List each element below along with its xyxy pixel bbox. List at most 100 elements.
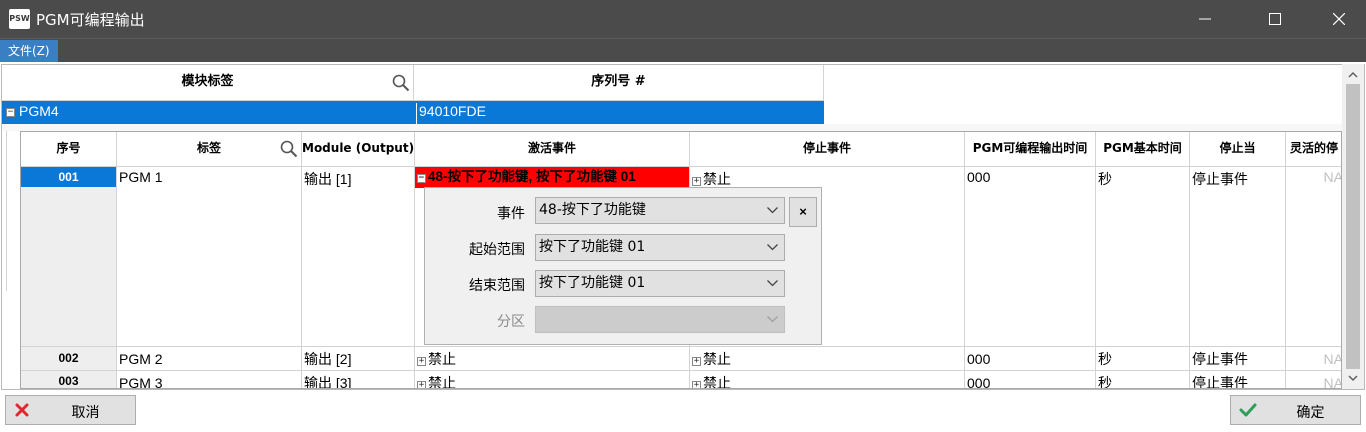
header-flexible-stop[interactable]: 灵活的停	[1286, 132, 1341, 167]
chevron-up-icon	[1348, 71, 1358, 78]
window-title: PGM可编程输出	[36, 11, 145, 29]
row-seq: 001	[21, 167, 116, 187]
inner-grid-header: 序号 标签 Module (Output) 激活事件 停止事件 PGM可编程输出…	[21, 132, 1341, 167]
row-pgm-time[interactable]: 000	[965, 167, 1096, 347]
activate-event-text: 禁止	[428, 375, 456, 389]
end-range-value: 按下了功能键 01	[539, 275, 646, 291]
outer-grid-header: 模块标签 序列号 #	[2, 65, 824, 101]
collapse-icon[interactable]: −	[417, 174, 426, 183]
stop-event-text: 禁止	[703, 171, 731, 187]
close-window-button[interactable]	[1316, 0, 1362, 38]
stop-event-text: 禁止	[703, 375, 731, 389]
event-select[interactable]: 48-按下了功能键	[535, 197, 785, 224]
chevron-down-icon	[1348, 375, 1358, 382]
header-stop-when[interactable]: 停止当	[1190, 132, 1286, 167]
maximize-icon	[1269, 13, 1281, 25]
end-range-select[interactable]: 按下了功能键 01	[535, 270, 785, 297]
row-label[interactable]: PGM 2	[117, 347, 302, 371]
module-label: PGM4	[19, 103, 59, 119]
header-label[interactable]: 标签	[117, 132, 302, 167]
title-bar: PSW PGM可编程输出	[0, 0, 1366, 38]
expand-icon[interactable]: +	[692, 177, 701, 186]
cancel-button[interactable]: 取消	[5, 395, 136, 425]
row-pgm-base[interactable]: 秒	[1096, 167, 1190, 347]
row-flexible[interactable]: NA	[1286, 347, 1341, 371]
row-pgm-time[interactable]: 000	[965, 371, 1096, 388]
row-stop-when[interactable]: 停止事件	[1190, 167, 1286, 347]
row-stop-event[interactable]: + 禁止	[690, 347, 965, 371]
row-pgm-time[interactable]: 000	[965, 347, 1096, 371]
red-x-icon	[15, 403, 29, 417]
header-module[interactable]: Module (Output)	[302, 132, 415, 167]
header-pgm-time[interactable]: PGM可编程输出时间	[965, 132, 1096, 167]
row-stop-event[interactable]: + 禁止	[690, 371, 965, 389]
header-seq[interactable]: 序号	[21, 132, 117, 167]
chevron-down-icon	[767, 207, 778, 214]
row-pgm-base[interactable]: 秒	[1096, 347, 1190, 371]
partition-select[interactable]	[535, 306, 785, 333]
expand-icon[interactable]: +	[417, 381, 426, 388]
activate-event-text: 48-按下了功能键, 按下了功能键 01	[428, 169, 636, 184]
event-label: 事件	[497, 206, 525, 222]
row-module[interactable]: 输出 [3]	[302, 371, 415, 388]
row-flexible[interactable]: NA	[1286, 371, 1341, 388]
scrollbar-thumb[interactable]	[1346, 84, 1360, 369]
chevron-down-icon	[767, 316, 778, 323]
header-serial[interactable]: 序列号 #	[414, 65, 824, 101]
row-seq[interactable]: 002	[21, 347, 117, 371]
header-pgm-base-time[interactable]: PGM基本时间	[1096, 132, 1190, 167]
activate-event-text: 禁止	[428, 351, 456, 367]
maximize-button[interactable]	[1252, 0, 1298, 38]
row-label[interactable]: PGM 1	[117, 167, 302, 347]
expand-icon[interactable]: +	[417, 357, 426, 366]
start-range-label: 起始范围	[469, 242, 525, 258]
close-icon	[1333, 13, 1345, 25]
grid-spacer	[2, 124, 1342, 131]
search-icon[interactable]	[280, 140, 298, 158]
menu-bar: 文件(Z)	[0, 38, 1366, 62]
row-stop-when[interactable]: 停止事件	[1190, 371, 1286, 388]
start-range-value: 按下了功能键 01	[539, 239, 646, 255]
header-label-text: 标签	[196, 141, 221, 155]
row-module[interactable]: 输出 [1]	[302, 167, 415, 347]
search-icon[interactable]	[392, 74, 410, 92]
module-row-selected[interactable]: − PGM4 94010FDE	[2, 101, 824, 124]
header-activate-event[interactable]: 激活事件	[415, 132, 690, 167]
clear-event-button[interactable]: ×	[789, 197, 817, 227]
expand-icon[interactable]: +	[692, 381, 701, 388]
ok-button[interactable]: 确定	[1230, 395, 1361, 425]
collapse-icon[interactable]: −	[6, 108, 15, 117]
start-range-select[interactable]: 按下了功能键 01	[535, 234, 785, 261]
header-module-label[interactable]: 模块标签	[2, 65, 414, 101]
vertical-scrollbar[interactable]	[1342, 64, 1364, 389]
minimize-button[interactable]	[1182, 0, 1228, 38]
row-stop-when[interactable]: 停止事件	[1190, 347, 1286, 371]
green-check-icon	[1239, 403, 1257, 417]
row-label[interactable]: PGM 3	[117, 371, 302, 388]
row-activate-event[interactable]: + 禁止	[415, 371, 690, 389]
dialog-button-bar: 取消 确定	[0, 390, 1366, 432]
event-select-value: 48-按下了功能键	[539, 202, 646, 218]
scroll-up-button[interactable]	[1342, 66, 1364, 84]
app-logo-icon: PSW	[9, 9, 30, 29]
expand-icon[interactable]: +	[692, 357, 701, 366]
header-stop-event[interactable]: 停止事件	[690, 132, 965, 167]
stop-event-text: 禁止	[703, 351, 731, 367]
chevron-down-icon	[767, 280, 778, 287]
end-range-label: 结束范围	[469, 278, 525, 294]
row-pgm-base[interactable]: 秒	[1096, 371, 1190, 388]
row-seq-cell[interactable]: 001	[21, 167, 117, 347]
row-flexible[interactable]: NA	[1286, 167, 1341, 347]
row-seq[interactable]: 003	[21, 371, 117, 388]
menu-file[interactable]: 文件(Z)	[0, 40, 58, 62]
activate-event-selected[interactable]: −48-按下了功能键, 按下了功能键 01	[415, 167, 689, 188]
row-activate-event[interactable]: + 禁止	[415, 347, 690, 371]
minimize-icon	[1199, 18, 1211, 20]
row-module[interactable]: 输出 [2]	[302, 347, 415, 371]
chevron-down-icon	[767, 244, 778, 251]
partition-label: 分区	[497, 314, 525, 330]
event-editor-popup: 事件 48-按下了功能键 × 起始范围 按下了功能键 01 结束范围 按下了功能…	[424, 187, 822, 345]
tree-line	[6, 131, 7, 291]
scroll-down-button[interactable]	[1342, 369, 1364, 387]
header-module-label-text: 模块标签	[181, 74, 234, 89]
